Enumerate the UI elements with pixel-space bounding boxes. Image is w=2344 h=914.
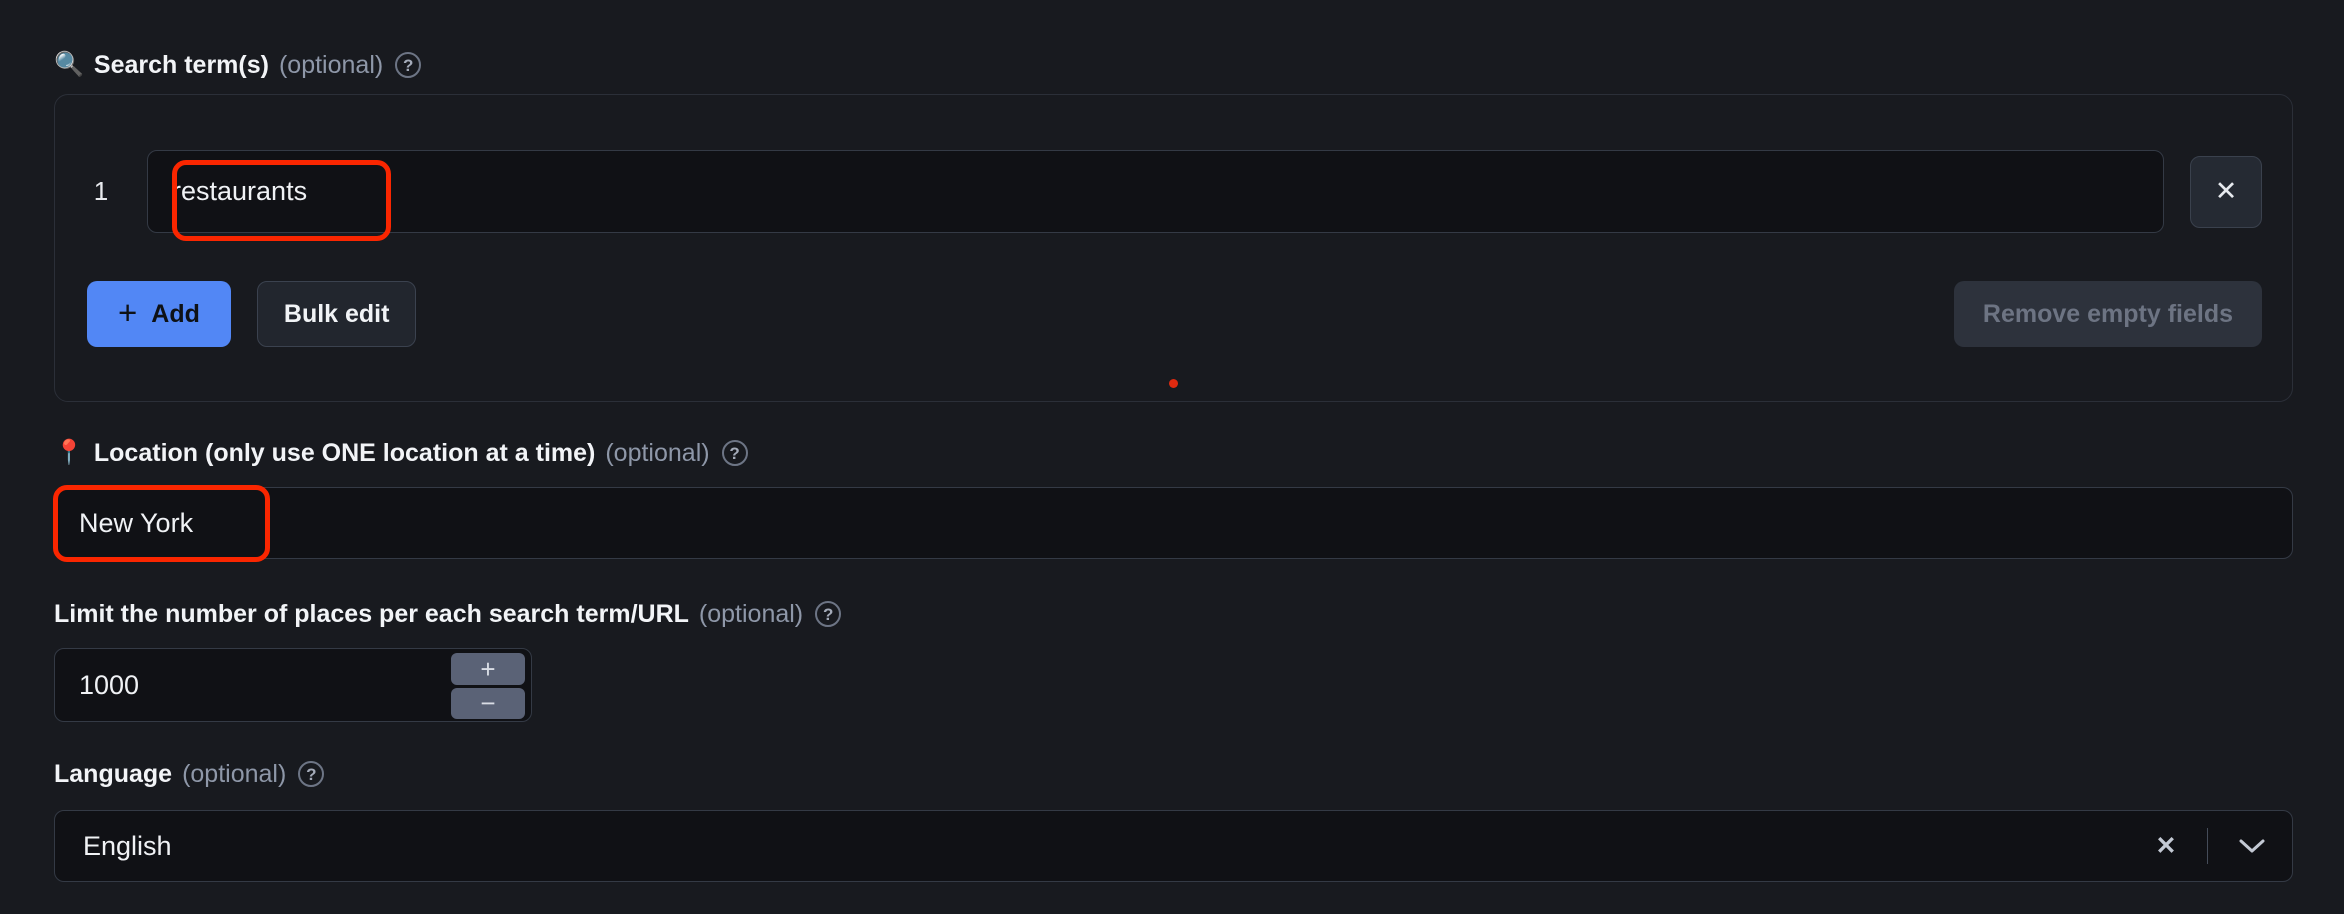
- magnifier-icon: 🔍: [54, 51, 84, 78]
- search-terms-label: 🔍 Search term(s) (optional) ?: [54, 50, 422, 79]
- remove-empty-fields-label: Remove empty fields: [1982, 299, 2233, 328]
- location-label-text: Location (only use ONE location at a tim…: [93, 438, 596, 467]
- bulk-edit-label: Bulk edit: [283, 299, 390, 328]
- clear-selection-icon[interactable]: ✕: [2143, 831, 2189, 861]
- search-terms-optional: (optional): [278, 50, 384, 79]
- language-label: Language (optional) ?: [54, 759, 325, 788]
- limit-decrement-button[interactable]: −: [451, 687, 525, 719]
- location-label: 📍 Location (only use ONE location at a t…: [54, 440, 748, 466]
- actor-input-form: 🔍 Search term(s) (optional) ? 1 ✕ + Add …: [0, 0, 2344, 914]
- limit-field: + −: [54, 648, 532, 722]
- limit-optional: (optional): [698, 599, 804, 628]
- plus-icon: +: [118, 293, 138, 331]
- location-optional: (optional): [605, 438, 710, 467]
- language-label-text: Language: [54, 759, 173, 788]
- limit-label-text: Limit the number of places per each sear…: [54, 599, 689, 628]
- map-pin-icon: 📍: [54, 439, 84, 466]
- location-input[interactable]: [54, 487, 2293, 559]
- close-icon: ✕: [2214, 176, 2238, 206]
- remove-empty-fields-button[interactable]: Remove empty fields: [1953, 281, 2262, 347]
- search-terms-actions: + Add Bulk edit Remove empty fields: [55, 281, 2292, 347]
- language-selected-value: English: [83, 830, 172, 861]
- search-term-index: 1: [93, 176, 109, 206]
- language-select[interactable]: English ✕: [54, 810, 2293, 882]
- help-icon[interactable]: ?: [298, 761, 325, 787]
- bulk-edit-button[interactable]: Bulk edit: [256, 281, 417, 347]
- help-icon[interactable]: ?: [815, 601, 842, 627]
- search-term-row: 1 ✕: [55, 150, 2292, 233]
- add-button-label: Add: [151, 299, 200, 328]
- select-divider: [2207, 828, 2208, 864]
- chevron-down-icon[interactable]: [2226, 837, 2278, 855]
- help-icon[interactable]: ?: [395, 52, 422, 78]
- limit-increment-button[interactable]: +: [451, 653, 525, 685]
- help-icon[interactable]: ?: [721, 440, 748, 466]
- search-term-input[interactable]: [147, 150, 2164, 233]
- search-terms-label-text: Search term(s): [93, 50, 269, 79]
- add-search-term-button[interactable]: + Add: [87, 281, 231, 347]
- search-terms-card: 1 ✕ + Add Bulk edit Remove empty fields: [54, 94, 2293, 402]
- limit-label: Limit the number of places per each sear…: [54, 599, 842, 628]
- limit-stepper: + −: [451, 653, 525, 719]
- language-optional: (optional): [182, 759, 287, 788]
- remove-search-term-button[interactable]: ✕: [2190, 155, 2262, 228]
